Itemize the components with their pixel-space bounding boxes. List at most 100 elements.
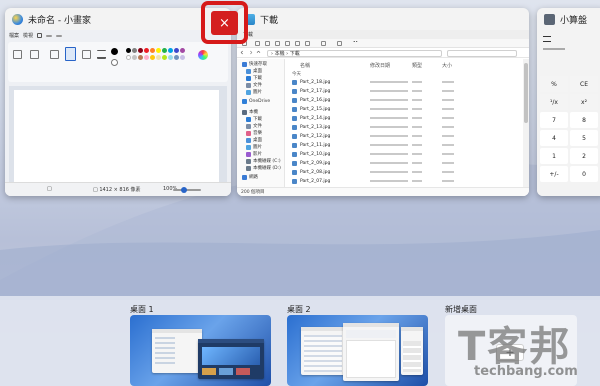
forward-icon[interactable] <box>248 50 253 55</box>
clear-entry-key[interactable]: CE <box>570 76 598 92</box>
percent-key[interactable]: % <box>540 76 568 92</box>
file-row[interactable]: Part_2_08.jpg <box>290 169 521 176</box>
color-swatch[interactable] <box>156 48 161 53</box>
secondary-color-icon[interactable] <box>111 59 118 66</box>
file-row[interactable]: Part_2_17.jpg <box>290 88 521 95</box>
nav-item[interactable]: 本機磁碟 (C:) <box>246 158 281 164</box>
search-input[interactable] <box>447 50 517 57</box>
file-row[interactable]: Part_2_16.jpg <box>290 97 521 104</box>
column-header-size[interactable]: 大小 <box>442 62 452 69</box>
back-icon[interactable] <box>240 50 245 55</box>
nav-item[interactable]: 文件 <box>246 82 262 88</box>
column-header-type[interactable]: 類型 <box>412 62 422 69</box>
color-swatch[interactable] <box>132 55 137 60</box>
pencil-icon[interactable] <box>50 50 59 59</box>
nav-item[interactable]: 圖片 <box>246 144 262 150</box>
color-swatch[interactable] <box>126 48 131 53</box>
address-bar[interactable]: › 本機 › 下載 <box>267 50 442 57</box>
column-header-date[interactable]: 修改日期 <box>370 62 390 69</box>
digit-2-key[interactable]: 2 <box>570 148 598 164</box>
calculator-window[interactable]: 小算盤 % CE ¹/x x² 7 8 4 5 1 2 +/- 0 <box>537 8 600 196</box>
square-key[interactable]: x² <box>570 94 598 110</box>
file-row[interactable]: Part_2_09.jpg <box>290 160 521 167</box>
up-icon[interactable] <box>256 50 261 55</box>
nav-item[interactable]: 本機磁碟 (D:) <box>246 165 281 171</box>
shapes-icon[interactable] <box>82 50 91 59</box>
paint-window[interactable]: 未命名 - 小畫家 檔案 檢視 □ □ 1412 × 816 像素 100% <box>5 8 231 196</box>
color-swatch[interactable] <box>138 48 143 53</box>
digit-0-key[interactable]: 0 <box>570 166 598 182</box>
paste-icon[interactable] <box>275 41 280 46</box>
nav-item[interactable]: 下載 <box>246 75 262 81</box>
color-swatch[interactable] <box>180 48 185 53</box>
current-color-icon[interactable] <box>111 48 118 55</box>
view-icon[interactable] <box>337 41 342 46</box>
color-swatch[interactable] <box>162 55 167 60</box>
file-row[interactable]: Part_2_15.jpg <box>290 106 521 113</box>
nav-item[interactable]: 文件 <box>246 123 262 129</box>
save-icon[interactable] <box>37 33 43 38</box>
redo-icon[interactable] <box>56 34 63 37</box>
delete-icon[interactable] <box>305 41 310 46</box>
undo-icon[interactable] <box>46 34 53 37</box>
nav-item[interactable]: 本機 <box>242 109 258 115</box>
file-row[interactable]: Part_2_10.jpg <box>290 151 521 158</box>
color-swatch[interactable] <box>168 48 173 53</box>
explorer-window[interactable]: 下載 下載 › 本機 › 下載 快速存取 桌面 下載 文件 圖片 OneDriv… <box>237 8 529 196</box>
selection-icon[interactable] <box>13 50 22 59</box>
paint-menu-file[interactable]: 檔案 <box>9 32 19 39</box>
negate-key[interactable]: +/- <box>540 166 568 182</box>
nav-item[interactable]: 桌面 <box>246 68 262 74</box>
color-swatch[interactable] <box>174 55 179 60</box>
crop-icon[interactable] <box>30 50 39 59</box>
nav-item[interactable]: OneDrive <box>242 99 270 104</box>
digit-1-key[interactable]: 1 <box>540 148 568 164</box>
color-swatch[interactable] <box>156 55 161 60</box>
file-row[interactable]: Part_2_14.jpg <box>290 115 521 122</box>
share-icon[interactable] <box>295 41 300 46</box>
brush-icon[interactable] <box>65 47 76 61</box>
nav-item[interactable]: 快速存取 <box>242 61 267 67</box>
cut-icon[interactable] <box>255 41 260 46</box>
zoom-slider[interactable] <box>173 187 201 193</box>
desktop-2-thumbnail[interactable] <box>287 315 428 386</box>
color-swatch[interactable] <box>180 55 185 60</box>
paint-titlebar[interactable]: 未命名 - 小畫家 <box>5 8 231 30</box>
file-row[interactable]: Part_2_18.jpg <box>290 79 521 86</box>
file-row[interactable]: Part_2_13.jpg <box>290 124 521 131</box>
file-row[interactable]: Part_2_07.jpg <box>290 178 521 185</box>
color-swatch[interactable] <box>162 48 167 53</box>
more-icon[interactable] <box>353 41 358 46</box>
file-row[interactable]: Part_2_11.jpg <box>290 142 521 149</box>
zoom-slider-thumb[interactable] <box>181 187 187 193</box>
column-header-name[interactable]: 名稱 <box>300 62 310 69</box>
color-swatch[interactable] <box>150 55 155 60</box>
desktop-1-thumbnail[interactable] <box>130 315 271 386</box>
nav-item[interactable]: 網路 <box>242 174 258 180</box>
edit-colors-icon[interactable] <box>198 50 208 60</box>
reciprocal-key[interactable]: ¹/x <box>540 94 568 110</box>
color-swatch[interactable] <box>150 48 155 53</box>
paint-menu-view[interactable]: 檢視 <box>23 32 33 39</box>
scrollbar-thumb[interactable] <box>524 63 528 123</box>
nav-item[interactable]: 圖片 <box>246 89 262 95</box>
file-list-scrollbar[interactable] <box>523 59 529 187</box>
file-row[interactable]: Part_2_12.jpg <box>290 133 521 140</box>
digit-5-key[interactable]: 5 <box>570 130 598 146</box>
digit-4-key[interactable]: 4 <box>540 130 568 146</box>
color-swatch[interactable] <box>174 48 179 53</box>
size-icon[interactable] <box>97 50 106 59</box>
color-swatch[interactable] <box>144 55 149 60</box>
color-swatch[interactable] <box>132 48 137 53</box>
color-swatch[interactable] <box>126 55 131 60</box>
sort-icon[interactable] <box>321 41 326 46</box>
digit-7-key[interactable]: 7 <box>540 112 568 128</box>
nav-item[interactable]: 影片 <box>246 151 262 157</box>
color-swatch[interactable] <box>144 48 149 53</box>
color-swatch[interactable] <box>138 55 143 60</box>
nav-item[interactable]: 桌面 <box>246 137 262 143</box>
drawing-canvas[interactable] <box>14 90 219 194</box>
calculator-titlebar[interactable]: 小算盤 <box>537 8 600 30</box>
rename-icon[interactable] <box>285 41 290 46</box>
calculator-mode-menu[interactable] <box>543 36 551 42</box>
